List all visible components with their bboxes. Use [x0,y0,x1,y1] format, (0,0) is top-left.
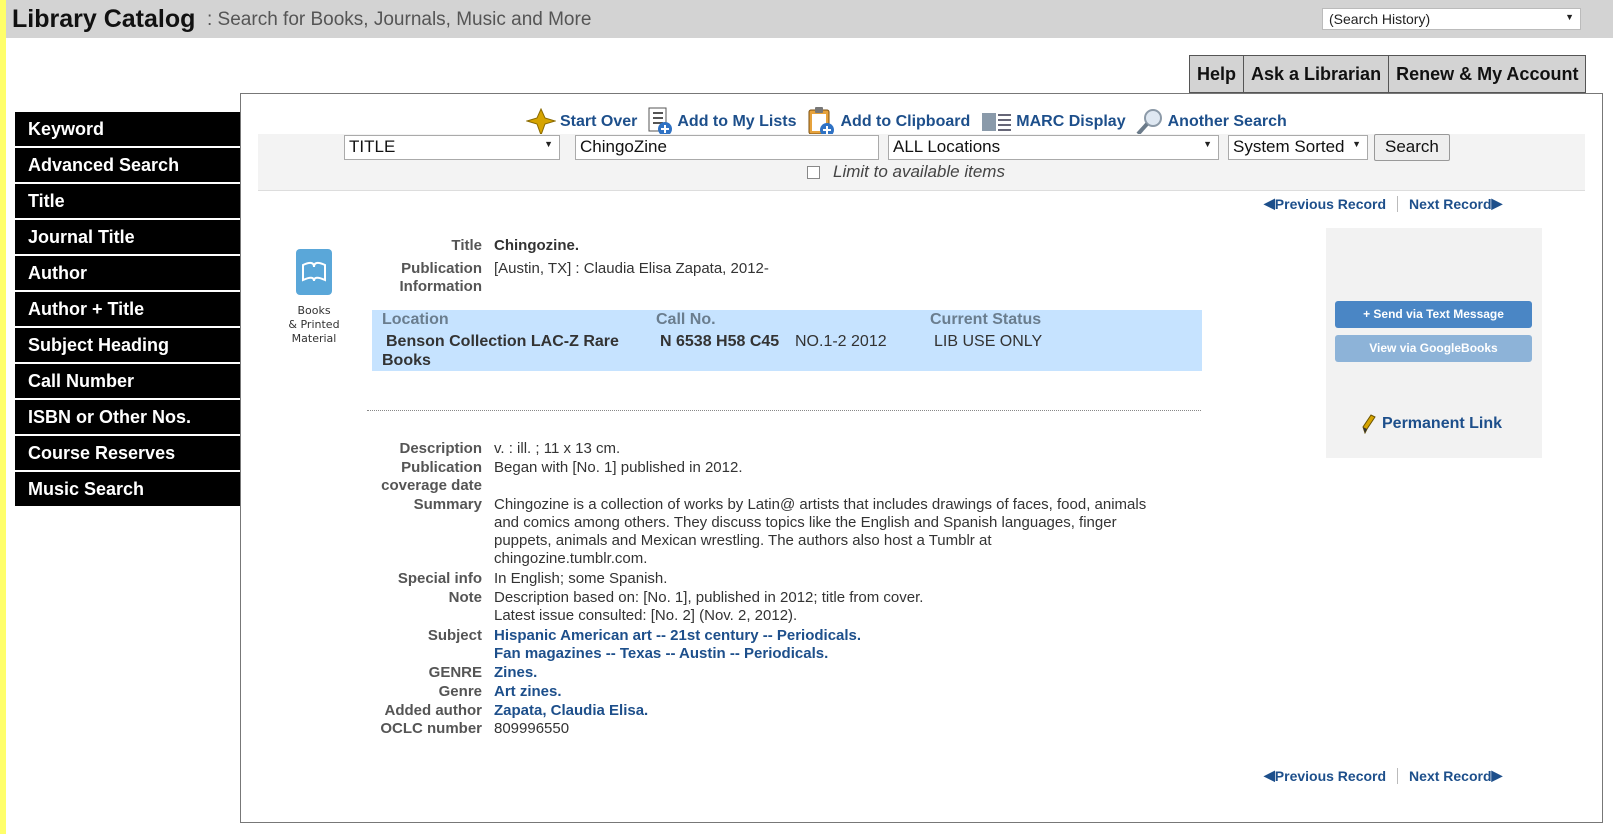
previous-record-link[interactable]: Previous Record [1275,768,1386,784]
genre-upper-link[interactable]: Zines. [494,664,537,682]
special-info-label: Special info [397,570,482,587]
oclc-label: OCLC number [380,720,482,737]
next-record-link[interactable]: Next Record [1409,768,1491,784]
holdings-call-link[interactable]: N 6538 H58 C45 [660,332,779,351]
page: Library Catalog : Search for Books, Jour… [6,0,1613,834]
sidebar-item-call-number[interactable]: Call Number [15,364,240,400]
sidebar-item-keyword[interactable]: Keyword [15,112,240,148]
chevron-down-icon: ▼ [1203,139,1212,149]
sidebar-item-title[interactable]: Title [15,184,240,220]
description-label: Description [399,440,482,457]
holdings-status: LIB USE ONLY [934,333,1043,350]
holdings-table: Location Call No. Current Status Benson … [372,310,1202,371]
publication-value: [Austin, TX] : Claudia Elisa Zapata, 201… [494,260,769,277]
subject-link-2[interactable]: Fan magazines -- Texas -- Austin -- Peri… [494,645,861,663]
chevron-down-icon: ▼ [544,139,553,149]
sort-select[interactable]: System Sorted ▼ [1228,135,1368,160]
title-label: Title [451,237,482,254]
holdings-location-link[interactable]: Benson Collection LAC-Z Rare Books [382,332,642,370]
chevron-down-icon: ▼ [1352,139,1361,149]
arrow-left-icon: ◀ [1264,195,1275,211]
record-nav-top: ◀ Previous Record Next Record ▶ [1264,195,1502,212]
limit-checkbox[interactable] [807,165,820,179]
sidebar-item-journal-title[interactable]: Journal Title [15,220,240,256]
search-type-sidebar: Keyword Advanced Search Title Journal Ti… [15,112,240,508]
sidebar-item-course-reserves[interactable]: Course Reserves [15,436,240,472]
record-panel: Start Over Add to My Lists Add to Clipbo… [240,93,1603,823]
genre-upper-label: GENRE [428,664,482,681]
arrow-left-icon: ◀ [1264,767,1275,783]
limit-available[interactable]: Limit to available items [807,162,1005,182]
holdings-header-status: Current Status [930,311,1042,328]
divider [367,410,1201,411]
permanent-link[interactable]: Permanent Link [1360,414,1502,434]
add-to-lists-button[interactable]: Add to My Lists [647,107,796,137]
coverage-label: Publication coverage date [381,459,482,494]
sidebar-item-author-title[interactable]: Author + Title [15,292,240,328]
top-nav: Help Ask a Librarian Renew & My Account [1189,55,1587,93]
catalog-title: Library Catalog [12,5,196,33]
description-value: v. : ill. ; 11 x 13 cm. [494,440,621,457]
next-record-link[interactable]: Next Record [1409,196,1491,212]
another-search-button[interactable]: Another Search [1136,108,1287,136]
summary-label: Summary [413,496,482,513]
sidebar-item-advanced-search[interactable]: Advanced Search [15,148,240,184]
coverage-value: Began with [No. 1] published in 2012. [494,459,743,476]
genre-link[interactable]: Art zines. [494,683,562,701]
plus-star-icon [526,108,556,136]
sidebar-item-author[interactable]: Author [15,256,240,292]
search-input[interactable]: ChingoZine [575,135,879,160]
renew-account-link[interactable]: Renew & My Account [1388,56,1585,92]
list-add-icon [648,107,673,136]
sidebar-item-music-search[interactable]: Music Search [15,472,240,508]
previous-record-link[interactable]: Previous Record [1275,196,1386,212]
publication-label: Publication Information [399,260,483,295]
oclc-value: 809996550 [494,720,570,737]
record-nav-bottom: ◀ Previous Record Next Record ▶ [1264,767,1502,784]
arrow-right-icon: ▶ [1491,767,1503,783]
holdings-header-location: Location [382,311,449,328]
subject-links: Hispanic American art -- 21st century --… [494,627,861,663]
arrow-right-icon: ▶ [1491,195,1503,211]
google-books-button[interactable]: View via GoogleBooks [1335,335,1532,362]
marc-display-button[interactable]: MARC Display [980,109,1126,135]
format-badge: Books & Printed Material [279,249,349,346]
start-over-button[interactable]: Start Over [526,108,637,136]
marc-record-icon [982,113,1012,131]
header-bar: Library Catalog : Search for Books, Jour… [6,0,1613,38]
subject-link-1[interactable]: Hispanic American art -- 21st century --… [494,627,861,645]
book-icon [296,249,332,295]
special-info-value: In English; some Spanish. [494,570,668,587]
pencil-icon [1362,414,1376,434]
sidebar-item-isbn[interactable]: ISBN or Other Nos. [15,400,240,436]
note-label: Note [448,589,482,606]
holdings-volume: NO.1-2 2012 [795,333,887,350]
subject-label: Subject [427,627,482,644]
sidebar-item-subject-heading[interactable]: Subject Heading [15,328,240,364]
send-text-button[interactable]: + Send via Text Message [1335,301,1532,328]
note-value: Description based on: [No. 1], published… [494,589,924,624]
ask-librarian-link[interactable]: Ask a Librarian [1243,56,1388,92]
genre-label: Genre [438,683,482,700]
search-bar: TITLE ▼ ChingoZine ALL Locations ▼ Syste… [258,134,1585,191]
help-link[interactable]: Help [1190,56,1243,92]
search-button[interactable]: Search [1374,134,1450,161]
location-select[interactable]: ALL Locations ▼ [888,135,1219,160]
added-author-label: Added author [384,702,483,719]
chevron-down-icon: ▼ [1565,12,1574,22]
magnifier-icon [1136,109,1162,136]
record-title: Chingozine. [494,237,579,254]
added-author-link[interactable]: Zapata, Claudia Elisa. [494,702,648,720]
search-history-select[interactable]: (Search History) ▼ [1322,8,1581,30]
search-field-select[interactable]: TITLE ▼ [344,135,560,160]
catalog-tagline: : Search for Books, Journals, Music and … [207,9,592,30]
holdings-header-call: Call No. [656,311,716,328]
record-tools-panel: + Send via Text Message View via GoogleB… [1326,228,1542,458]
summary-value: Chingozine is a collection of works by L… [494,496,1147,567]
